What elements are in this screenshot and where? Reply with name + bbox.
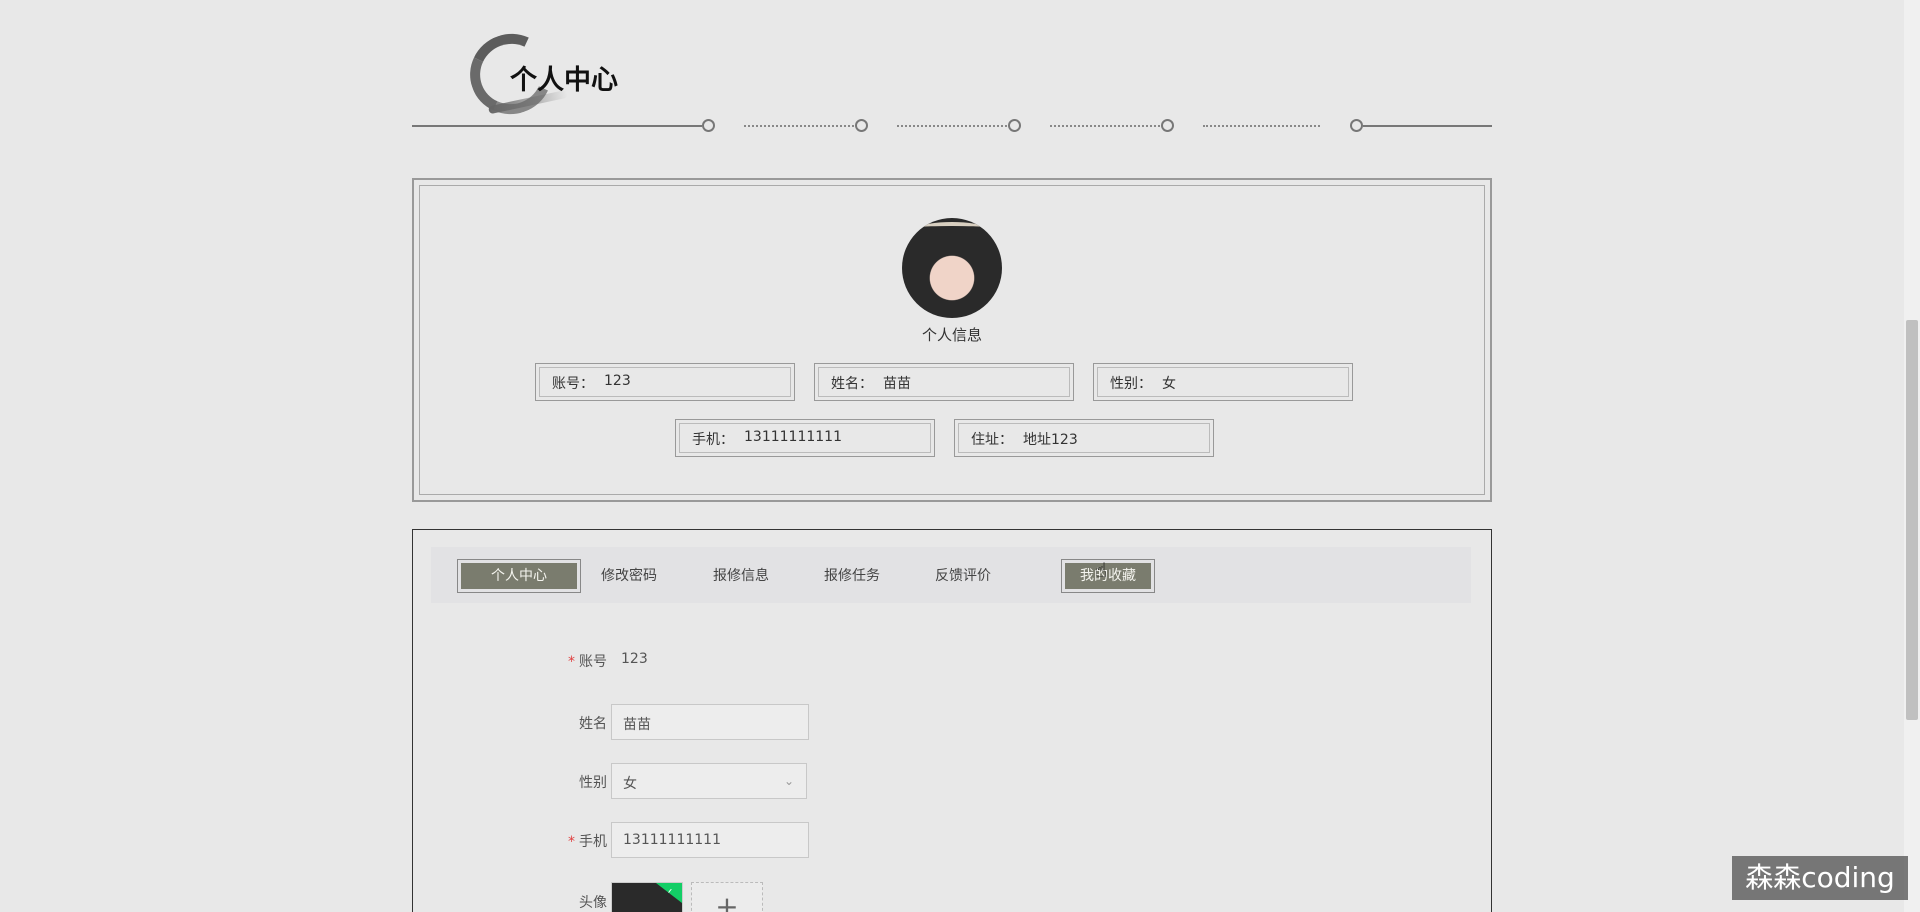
- avatar-label: 头像: [579, 895, 607, 911]
- tab-repair-tasks[interactable]: 报修任务: [790, 559, 914, 593]
- page-header: 个人中心: [458, 22, 670, 126]
- tab-change-password[interactable]: 修改密码: [567, 559, 691, 593]
- watermark: 森森coding: [1732, 856, 1908, 900]
- tab-repair-info[interactable]: 报修信息: [679, 559, 803, 593]
- info-label: 账号：: [552, 376, 594, 392]
- profile-card: 个人信息 账号： 123 姓名： 苗苗 性别： 女 手机： 1311111111…: [412, 178, 1492, 502]
- form-row-phone: * 手机 13111111111: [413, 822, 1013, 858]
- info-phone: 手机： 13111111111: [675, 419, 935, 457]
- gender-label: 性别: [579, 775, 607, 791]
- profile-section-label: 个人信息: [921, 326, 982, 344]
- info-label: 住址：: [971, 432, 1013, 448]
- info-gender: 性别： 女: [1093, 363, 1353, 401]
- hand-cursor-icon: ☝: [1095, 558, 1108, 582]
- info-value: 苗苗: [883, 376, 911, 392]
- info-address: 住址： 地址123: [954, 419, 1214, 457]
- avatar: [902, 218, 1002, 318]
- form-row-account: * 账号 123: [413, 642, 1013, 678]
- info-value: 13111111111: [744, 429, 842, 445]
- chevron-down-icon: ⌄: [783, 774, 794, 788]
- info-label: 性别：: [1110, 376, 1152, 392]
- info-value: 地址123: [1023, 432, 1078, 448]
- account-label: * 账号: [568, 654, 607, 670]
- gender-select[interactable]: 女 ⌄: [611, 763, 807, 799]
- name-label: 姓名: [579, 716, 607, 732]
- form-row-avatar: 头像 ✓ +: [413, 882, 1013, 912]
- info-label: 手机：: [692, 432, 734, 448]
- page-title: 个人中心: [510, 65, 618, 96]
- info-name: 姓名： 苗苗: [814, 363, 1074, 401]
- avatar-upload-thumbnail[interactable]: ✓: [611, 882, 683, 912]
- name-input[interactable]: 苗苗: [611, 704, 809, 740]
- main-panel: 个人中心 修改密码 报修信息 报修任务 反馈评价 我的收藏 * 账号 123 姓名…: [412, 529, 1492, 912]
- avatar-upload-button[interactable]: +: [691, 882, 763, 912]
- tab-feedback[interactable]: 反馈评价: [901, 559, 1025, 593]
- phone-label: * 手机: [568, 834, 607, 850]
- form-row-name: 姓名 苗苗: [413, 704, 1013, 740]
- info-value: 123: [604, 373, 631, 389]
- info-label: 姓名：: [831, 376, 873, 392]
- gender-selected-value: 女: [623, 776, 637, 792]
- account-value: 123: [621, 651, 648, 667]
- tab-strip: 个人中心 修改密码 报修信息 报修任务 反馈评价 我的收藏: [431, 547, 1471, 603]
- scrollbar-thumb[interactable]: [1906, 320, 1918, 720]
- title-divider: [412, 118, 1492, 134]
- form-row-gender: 性别 女 ⌄: [413, 763, 1013, 799]
- info-value: 女: [1162, 376, 1176, 392]
- phone-input[interactable]: 13111111111: [611, 822, 809, 858]
- tab-personal-center[interactable]: 个人中心: [457, 559, 581, 593]
- check-icon: ✓: [656, 883, 682, 903]
- info-account: 账号： 123: [535, 363, 795, 401]
